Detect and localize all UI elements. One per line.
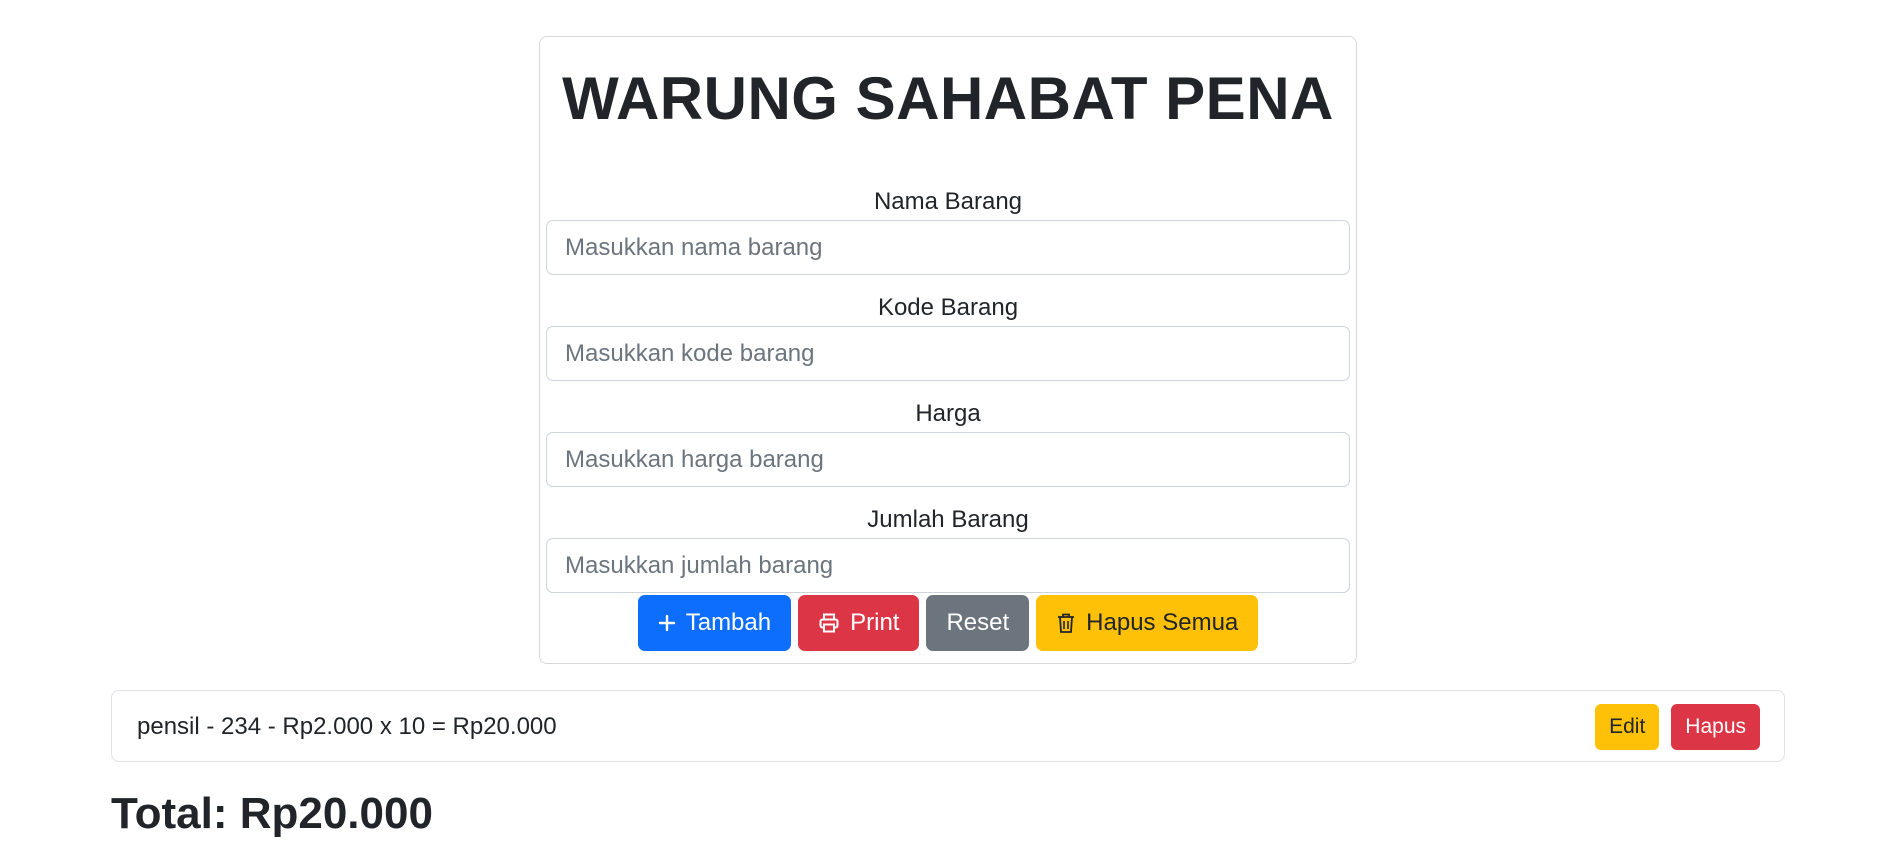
printer-icon bbox=[818, 612, 840, 634]
nama-barang-label: Nama Barang bbox=[873, 188, 1023, 215]
harga-label: Harga bbox=[915, 400, 981, 427]
kode-barang-input[interactable] bbox=[546, 326, 1350, 381]
print-button-label: Print bbox=[850, 609, 900, 636]
page-title: WARUNG SAHABAT PENA bbox=[562, 65, 1334, 132]
edit-button[interactable]: Edit bbox=[1595, 704, 1660, 750]
plus-icon bbox=[658, 614, 676, 632]
harga-input[interactable] bbox=[546, 432, 1350, 487]
add-button[interactable]: Tambah bbox=[637, 595, 792, 651]
print-button[interactable]: Print bbox=[798, 595, 920, 651]
list-item: pensil - 234 - Rp2.000 x 10 = Rp20.000 E… bbox=[111, 690, 1785, 762]
list-item-text: pensil - 234 - Rp2.000 x 10 = Rp20.000 bbox=[137, 713, 557, 740]
nama-barang-input[interactable] bbox=[546, 220, 1350, 275]
clear-all-button-label: Hapus Semua bbox=[1086, 609, 1239, 636]
list-item-actions: Edit Hapus bbox=[1595, 704, 1760, 750]
clear-all-button[interactable]: Hapus Semua bbox=[1036, 595, 1259, 651]
total-amount: Total: Rp20.000 bbox=[111, 789, 433, 838]
kode-barang-label: Kode Barang bbox=[877, 294, 1019, 321]
add-button-label: Tambah bbox=[685, 609, 772, 636]
form-actions: Tambah Print Reset Hapus Semua bbox=[540, 595, 1356, 651]
jumlah-barang-input[interactable] bbox=[546, 538, 1350, 593]
item-form-card: WARUNG SAHABAT PENA Nama Barang Kode Bar… bbox=[539, 36, 1357, 664]
reset-button-label: Reset bbox=[946, 609, 1010, 636]
reset-button[interactable]: Reset bbox=[926, 595, 1030, 651]
delete-button[interactable]: Hapus bbox=[1671, 704, 1760, 750]
trash-icon bbox=[1056, 612, 1076, 634]
jumlah-barang-label: Jumlah Barang bbox=[867, 506, 1029, 533]
